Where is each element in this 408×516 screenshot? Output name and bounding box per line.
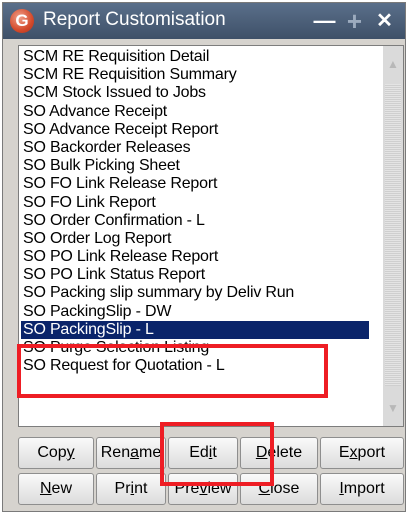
list-item[interactable]: SO PackingSlip - L (21, 320, 369, 339)
preview-button[interactable]: Preview (168, 473, 238, 505)
edit-button[interactable]: Edit (168, 437, 238, 469)
close-label-accelerator: C (258, 480, 271, 497)
copy-label-pre: Cop (37, 444, 67, 461)
scroll-up-arrow-icon[interactable]: ▲ (383, 54, 403, 74)
vertical-scrollbar[interactable]: ▲ ▼ (383, 46, 403, 426)
print-label-pre: Pr (114, 480, 131, 497)
preview-label-pre: Pre (174, 480, 200, 497)
report-list: SCM RE Requisition Detail SCM RE Requisit… (21, 48, 369, 375)
rename-label-post: me (139, 444, 162, 461)
import-button[interactable]: Import (320, 473, 404, 505)
list-item[interactable]: SO Advance Receipt (21, 103, 369, 121)
rename-label-accelerator: a (130, 444, 140, 461)
list-item[interactable]: SO PO Link Release Report (21, 248, 369, 266)
list-item[interactable]: SO Purge Selection Listing (21, 339, 369, 357)
copy-button[interactable]: Copy (18, 437, 94, 469)
close-label-post: lose (270, 480, 300, 497)
close-window-button[interactable]: ✕ (372, 9, 397, 34)
scroll-down-arrow-icon[interactable]: ▼ (383, 398, 403, 418)
delete-label-post: elete (267, 444, 303, 461)
list-item[interactable]: SO Order Confirmation - L (21, 212, 369, 230)
export-label-post: port (357, 444, 386, 461)
title-bar[interactable]: G Report Customisation — + ✕ (3, 3, 405, 39)
list-item[interactable]: SO FO Link Report (21, 194, 369, 212)
edit-label-pre: Ed (189, 444, 209, 461)
list-item[interactable]: SO PO Link Status Report (21, 266, 369, 284)
new-label-accelerator: N (39, 480, 52, 497)
list-item[interactable]: SO Packing slip summary by Deliv Run (21, 284, 369, 302)
delete-label-accelerator: D (255, 444, 268, 461)
list-item[interactable]: SO PackingSlip - DW (21, 303, 369, 321)
minimize-button[interactable]: — (312, 9, 337, 34)
export-label-accelerator: x (349, 444, 358, 461)
list-item[interactable]: SO Bulk Picking Sheet (21, 157, 369, 175)
new-button[interactable]: New (18, 473, 94, 505)
print-button[interactable]: Print (96, 473, 166, 505)
edit-label-post: t (212, 444, 217, 461)
preview-label-post: iew (207, 480, 232, 497)
print-label-post: nt (134, 480, 148, 497)
list-item[interactable]: SCM RE Requisition Detail (21, 48, 369, 66)
scroll-thumb[interactable] (385, 84, 401, 386)
list-item[interactable]: SO Order Log Report (21, 230, 369, 248)
new-label-post: ew (51, 480, 72, 497)
report-listbox[interactable]: SCM RE Requisition Detail SCM RE Requisit… (18, 45, 404, 427)
export-button[interactable]: Export (320, 437, 404, 469)
list-item[interactable]: SO Advance Receipt Report (21, 121, 369, 139)
rename-label-pre: Ren (100, 444, 131, 461)
delete-button[interactable]: Delete (240, 437, 318, 469)
import-label-post: mport (343, 480, 385, 497)
report-customisation-window: G Report Customisation — + ✕ SCM RE Requ… (2, 2, 406, 512)
list-item[interactable]: SCM Stock Issued to Jobs (21, 84, 369, 102)
list-item[interactable]: SO FO Link Release Report (21, 175, 369, 193)
close-button[interactable]: Close (240, 473, 318, 505)
maximize-button[interactable]: + (342, 8, 367, 34)
list-item[interactable]: SO Backorder Releases (21, 139, 369, 157)
copy-label-accelerator: y (66, 444, 75, 461)
rename-button[interactable]: Rename (96, 437, 166, 469)
list-item[interactable]: SO Request for Quotation - L (21, 357, 369, 375)
window-title: Report Customisation (43, 9, 226, 30)
list-item[interactable]: SCM RE Requisition Summary (21, 66, 369, 84)
app-logo-letter: G (15, 11, 29, 30)
app-logo-icon: G (10, 9, 34, 33)
export-label-pre: E (338, 444, 350, 461)
